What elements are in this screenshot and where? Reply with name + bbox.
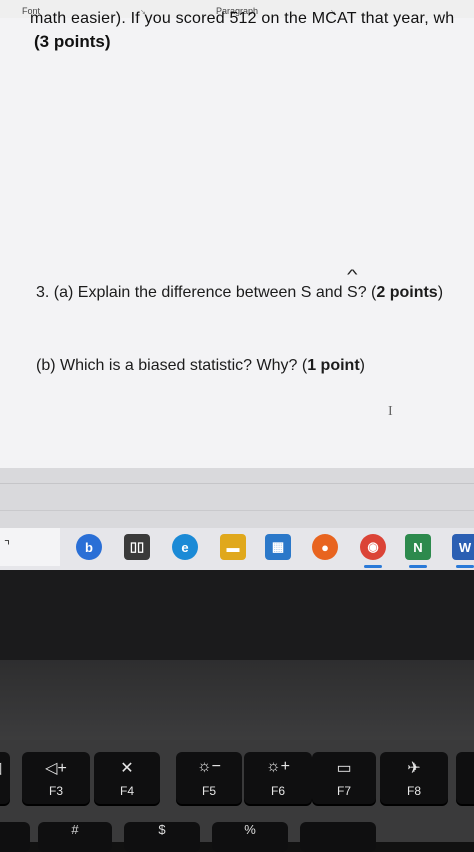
key-label: F5 — [201, 784, 216, 798]
keyboard — [0, 660, 474, 842]
number-key[interactable] — [0, 822, 30, 852]
points-line: (3 points) — [34, 32, 111, 51]
question-3b: (b) Which is a biased statistic? Why? (1… — [36, 357, 365, 375]
key-symbol: ☼+ — [265, 758, 290, 775]
key-label: F8 — [406, 784, 421, 798]
percent-key[interactable]: % — [212, 822, 288, 852]
volume-up-key[interactable]: ◁+ F3 — [22, 752, 90, 804]
key-label: F6 — [270, 784, 285, 798]
laptop-bezel — [0, 570, 474, 660]
key-symbol: ✕ — [120, 760, 134, 777]
excel-like-icon[interactable]: N — [405, 534, 431, 560]
text-cursor-icon: I — [388, 404, 393, 419]
active-app-indicator — [409, 565, 427, 568]
q3a-points: 2 points — [376, 284, 438, 301]
hash-key[interactable]: # — [38, 822, 112, 852]
file-explorer-icon[interactable]: ▬ — [220, 534, 246, 560]
key-symbol: ▭ — [336, 760, 352, 777]
firefox-icon[interactable]: ● — [312, 534, 338, 560]
taskbar: ⌝ b ▯▯ e ▬ ▦ ● ◉ N W — [0, 528, 474, 570]
s-hat-symbol: ^ S — [347, 266, 358, 302]
brightness-down-key[interactable]: ☼− F5 — [176, 752, 242, 804]
screen: Font ↘ Paragraph ↘ math easier). If you … — [0, 0, 474, 570]
cut-off-text-line: math easier). If you scored 512 on the M… — [30, 10, 455, 27]
key-symbol: ☼− — [196, 758, 221, 775]
bing-icon[interactable]: b — [76, 534, 102, 560]
q3a-mid: ? ( — [357, 284, 377, 301]
key-label: F3 — [48, 784, 63, 798]
question-3a: 3. (a) Explain the difference between S … — [36, 266, 444, 302]
task-view-icon[interactable]: ▯▯ — [124, 534, 150, 560]
edge-icon[interactable]: e — [172, 534, 198, 560]
q3b-end: ) — [359, 357, 365, 374]
key-symbol: ✈ — [407, 760, 421, 777]
divider — [0, 483, 474, 484]
q3a-prefix: 3. (a) Explain the difference between S … — [36, 284, 348, 301]
document-page[interactable]: math easier). If you scored 512 on the M… — [0, 10, 474, 468]
brightness-up-key[interactable]: ☼+ F6 — [244, 752, 312, 804]
hat-accent: ^ — [347, 266, 358, 282]
document-bottom-area — [0, 468, 474, 530]
q3a-end: ) — [437, 284, 444, 301]
key-label: F7 — [336, 784, 351, 798]
dollar-key[interactable]: $ — [124, 822, 200, 852]
divider — [0, 510, 474, 511]
f9-key[interactable] — [456, 752, 474, 804]
caret-key[interactable] — [300, 822, 376, 852]
active-app-indicator — [456, 565, 474, 568]
display-key[interactable]: ▭ F7 — [312, 752, 376, 804]
q3b-points: 1 point — [307, 357, 360, 374]
s-hat-letter: S — [347, 284, 358, 301]
key-symbol: ◁ — [0, 758, 10, 778]
search-box-area[interactable]: ⌝ — [0, 528, 60, 566]
airplane-key[interactable]: ✈ F8 — [380, 752, 448, 804]
q3b-prefix: (b) Which is a biased statistic? Why? ( — [36, 357, 308, 374]
search-edge-icon: ⌝ — [4, 538, 11, 553]
key-symbol: ◁+ — [45, 760, 67, 777]
key-label: F4 — [119, 784, 134, 798]
chrome-icon[interactable]: ◉ — [360, 534, 386, 560]
store-icon[interactable]: ▦ — [265, 534, 291, 560]
mic-mute-key[interactable]: ✕ F4 — [94, 752, 160, 804]
keyboard-top-shade — [0, 660, 474, 740]
mute-key[interactable]: ◁ — [0, 752, 10, 804]
word-icon[interactable]: W — [452, 534, 474, 560]
active-app-indicator — [364, 565, 382, 568]
